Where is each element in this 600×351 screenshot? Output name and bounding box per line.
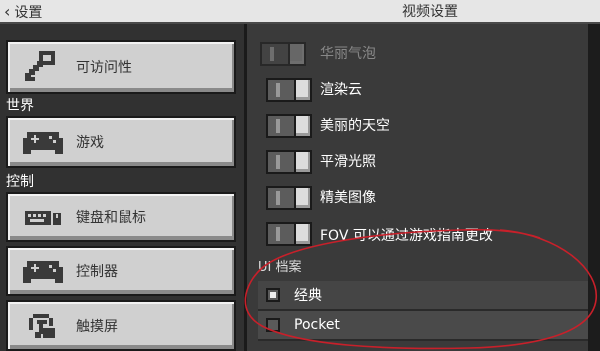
scrollbar[interactable] <box>588 24 600 351</box>
toggle-knob <box>294 186 312 210</box>
radio-option-classic[interactable]: 经典 <box>258 281 588 311</box>
radio-option-label: Pocket <box>294 317 340 333</box>
sidebar-item-touch[interactable]: 触摸屏 <box>6 300 236 351</box>
title-bar: ‹ 设置 视频设置 <box>0 0 600 24</box>
toggle-fov-guide[interactable] <box>266 222 312 246</box>
toggle-label: 华丽气泡 <box>320 46 376 62</box>
toggle-beautiful-skies[interactable] <box>266 114 312 138</box>
toggle-render-clouds[interactable] <box>266 78 312 102</box>
page-title: 视频设置 <box>402 4 458 20</box>
toggle-label: 美丽的天空 <box>320 118 390 134</box>
gamepad-icon <box>20 124 66 160</box>
sidebar-item-game[interactable]: 游戏 <box>6 116 236 168</box>
sidebar-item-controller[interactable]: 控制器 <box>6 246 236 296</box>
toggle-knob <box>294 114 312 138</box>
toggle-label: FOV 可以通过游戏指南更改 <box>320 228 493 244</box>
toggle-label: 平滑光照 <box>320 154 376 170</box>
sidebar-item-label: 游戏 <box>76 135 104 151</box>
sidebar-item-label: 控制器 <box>76 264 118 280</box>
keyboard-icon <box>20 199 66 235</box>
back-button-label: 设置 <box>14 5 43 21</box>
toggle-smooth-lighting[interactable] <box>266 150 312 174</box>
section-label-control: 控制 <box>6 174 34 190</box>
radio-checked-icon <box>266 288 280 302</box>
sidebar-item-label: 触摸屏 <box>76 318 118 335</box>
gamepad-icon <box>20 253 66 289</box>
touch-hand-icon <box>20 308 66 344</box>
toggle-knob <box>288 42 306 66</box>
radio-unchecked-icon <box>266 318 280 332</box>
toggle-fancy-graphics[interactable] <box>266 186 312 210</box>
toggle-label: 精美图像 <box>320 190 376 206</box>
toggle-knob <box>294 150 312 174</box>
toggle-knob <box>294 78 312 102</box>
radio-option-label: 经典 <box>294 288 322 304</box>
toggle-fancy-bubbles[interactable] <box>260 42 306 66</box>
chevron-left-icon: ‹ <box>4 2 11 21</box>
toggle-label: 渲染云 <box>320 82 362 98</box>
sidebar-item-accessibility[interactable]: 可访问性 <box>6 40 236 94</box>
ui-profile-label: UI 档案 <box>258 260 302 275</box>
radio-option-pocket[interactable]: Pocket <box>258 311 588 341</box>
key-icon <box>20 49 66 85</box>
sidebar-item-label: 可访问性 <box>76 60 132 76</box>
section-label-world: 世界 <box>6 98 34 114</box>
back-button[interactable]: ‹ 设置 <box>4 2 42 22</box>
sidebar-item-keyboard-mouse[interactable]: 键盘和鼠标 <box>6 192 236 242</box>
toggle-knob <box>294 222 312 246</box>
sidebar-item-label: 键盘和鼠标 <box>76 210 146 226</box>
